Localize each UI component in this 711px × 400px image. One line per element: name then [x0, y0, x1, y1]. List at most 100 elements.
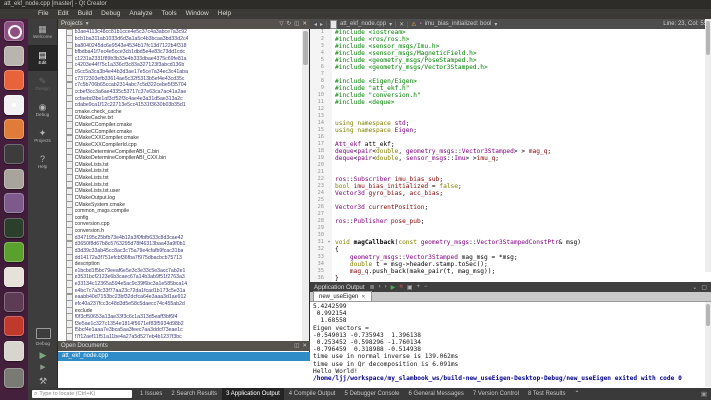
- maximize-icon[interactable]: ▢: [701, 284, 707, 291]
- tree-item[interactable]: e3531bcf2123e6b3caec67a14b3ab9f51f2763a3: [66, 274, 303, 281]
- mode-edit[interactable]: ▤Edit: [28, 45, 57, 71]
- tree-item[interactable]: CMakeSystem.cmake: [66, 201, 303, 208]
- ros-terminal-icon[interactable]: [4, 218, 24, 238]
- tree-item[interactable]: dd14172a3f751efcbf36fba7f975dbacbcb75713: [66, 254, 303, 261]
- tree-item[interactable]: bfbdba41f7ec4e5cce3cb1dbd5e4e83c73dd1cdc: [66, 49, 303, 56]
- split-icon[interactable]: ◫: [294, 343, 299, 349]
- tree-item[interactable]: d347195c25bfb73e4b12a3f0fbfb633c8d3cae42: [66, 234, 303, 241]
- zoom-out-icon[interactable]: −: [424, 284, 428, 290]
- tree-item[interactable]: ba8040245dc6e9543e4534b17fc13d7122b4f318: [66, 42, 303, 49]
- tree-item[interactable]: CMakeOutput.log: [66, 195, 303, 202]
- shopping-bag-icon[interactable]: [4, 316, 24, 336]
- tree-item[interactable]: c4203e44f75c1a336cf3c83a327123f3abcd136b: [66, 62, 303, 69]
- tree-item[interactable]: eaabb40d7153bc23bf32dcfca64e3aaa3d1ae912: [66, 294, 303, 301]
- tree-item[interactable]: bcb1ba311ab1033d6d3a1a5c4b3bcaa3bd33d2c4: [66, 36, 303, 43]
- tree-item[interactable]: common_msgs.compile: [66, 208, 303, 215]
- virtualbox-icon[interactable]: [4, 119, 24, 139]
- tree-item[interactable]: CMakeLists.txt: [66, 175, 303, 182]
- tree-item[interactable]: CMakeLists.txt: [66, 181, 303, 188]
- tree-item[interactable]: f7f12aef11f51a11be4a27a5d527eb4b1237f3bc: [66, 334, 303, 341]
- tree-item[interactable]: CMakeCCompiler.cmake: [66, 128, 303, 135]
- trash-icon[interactable]: [4, 368, 24, 388]
- tree-item[interactable]: c7372303efb33614ae5c32f5313b5ef4e43cd35c: [66, 75, 303, 82]
- split-icon[interactable]: ◫: [294, 21, 299, 27]
- output-pane-button[interactable]: 7 Version Control: [469, 388, 523, 400]
- forward-icon[interactable]: ▸: [320, 21, 323, 28]
- window-titlebar[interactable]: att_ekf_node.cpp [master] - Qt Creator: [0, 0, 711, 9]
- open-document-item[interactable]: att_ekf_node.cpp: [58, 352, 310, 361]
- tree-item[interactable]: CMakeCXXCompiler.cmake: [66, 135, 303, 142]
- tree-item[interactable]: CMakeDetermineCompilerABI_C.bin: [66, 148, 303, 155]
- scroll-lock-icon[interactable]: ≣: [370, 284, 375, 291]
- tree-item[interactable]: d3d39c33ab45cc8ac3c75a79e4cfafb9fcac31ba: [66, 248, 303, 255]
- output-pane-button[interactable]: 3 Application Output: [222, 388, 284, 400]
- chevron-down-icon[interactable]: ▾: [389, 21, 392, 28]
- output-console[interactable]: 5.4242599 0.992154 1.68558Eigen vectors …: [310, 302, 711, 387]
- tree-item[interactable]: f3e5ae1c327c1354e1814f5671ef83f5934d98b2: [66, 321, 303, 328]
- open-documents-list[interactable]: att_ekf_node.cpp: [58, 352, 310, 388]
- output-tab[interactable]: new_useEigen ✕: [313, 291, 372, 301]
- output-pane-button[interactable]: 6 General Messages: [405, 388, 468, 400]
- output-pane-button[interactable]: 1 Issues: [136, 388, 166, 400]
- prev-item-icon[interactable]: ‹: [379, 284, 381, 290]
- terminal-icon[interactable]: [4, 144, 24, 164]
- tree-item[interactable]: c1231a2331f89b3b33e4b333dbae4375c69fe81a: [66, 56, 303, 63]
- open-documents-header[interactable]: Open Documents ◫✕: [58, 341, 310, 351]
- chevron-down-icon[interactable]: ▾: [494, 21, 497, 28]
- mode-design[interactable]: ✎Design: [28, 71, 57, 97]
- zoom-in-icon[interactable]: +: [417, 284, 421, 290]
- tree-item[interactable]: CMakeLists.txt: [66, 162, 303, 169]
- output-pane-button[interactable]: ⌃: [571, 388, 584, 400]
- output-pane-button[interactable]: 8 Test Results: [524, 388, 570, 400]
- stop-icon[interactable]: ■: [399, 284, 403, 290]
- package-manager-icon[interactable]: [4, 242, 24, 262]
- tree-item[interactable]: config: [66, 215, 303, 222]
- tree-item[interactable]: ccbef3cc3a6ae4335c53717c37e63ca7ac41a2ae: [66, 89, 303, 96]
- kit-selector-icon[interactable]: [36, 328, 51, 339]
- run-button[interactable]: ▶: [40, 350, 47, 360]
- tree-item[interactable]: CMakeCCompiler.cmake: [66, 122, 303, 129]
- close-icon[interactable]: ✕: [361, 294, 365, 300]
- tree-item[interactable]: b3ae4113c48cc81b1cce4e5c37c4a3abce7a3c92: [66, 29, 303, 36]
- output-pane-button[interactable]: 4 Compile Output: [285, 388, 340, 400]
- open-file-name[interactable]: att_ekf_node.cpp: [340, 21, 386, 27]
- tree-item[interactable]: c7c5b706b65ccab2314abc7c5d322cebe5f35704: [66, 82, 303, 89]
- documents-icon[interactable]: [4, 341, 24, 361]
- back-icon[interactable]: ◂: [314, 21, 317, 28]
- code-area[interactable]: 1#include <iostream>2#include <ros/ros.h…: [310, 29, 711, 282]
- output-scrollbar[interactable]: [705, 302, 711, 387]
- tree-item[interactable]: exclude: [66, 307, 303, 314]
- filter-icon[interactable]: ▽: [279, 21, 283, 27]
- chevron-down-icon[interactable]: ▾: [86, 21, 89, 27]
- menu-build[interactable]: Build: [78, 9, 92, 19]
- mode-projects[interactable]: ✦Projects: [28, 123, 57, 149]
- menu-window[interactable]: Window: [186, 9, 209, 19]
- tree-item[interactable]: f5bcf4e1aaa7e3bca5aa3feec7aa3ddcf73eae1c: [66, 327, 303, 334]
- tree-scrollbar[interactable]: [302, 29, 309, 341]
- tree-item[interactable]: cdabe9ca1f12c22713e5cc41531f3630b03b35d1: [66, 102, 303, 109]
- projects-panel-header[interactable]: Projects ▾ ▽↻◫✕: [58, 19, 310, 29]
- output-pane-button[interactable]: 2 Search Results: [167, 388, 221, 400]
- maximize-output-icon[interactable]: ▣: [701, 390, 707, 398]
- tree-item[interactable]: CMakeCache.txt: [66, 115, 303, 122]
- mode-welcome[interactable]: ▦Welcome: [28, 19, 57, 45]
- tree-item[interactable]: e33134c12365a594e5ac9c39f6bc3a1e585bca14: [66, 281, 303, 288]
- tree-item[interactable]: f0f3cf50653a13ae33f3c6c1a313d5eaff3bf6f4: [66, 314, 303, 321]
- tree-item[interactable]: conversion.cpp: [66, 221, 303, 228]
- history-icon[interactable]: [4, 292, 24, 312]
- collapse-icon[interactable]: ⌄: [692, 284, 697, 291]
- tree-item[interactable]: cmake.check_cache: [66, 109, 303, 116]
- tree-item[interactable]: e4bc7c7a3c33f77aa23c72da1fcad1b173c5e31a: [66, 287, 303, 294]
- build-button[interactable]: ⚒: [39, 376, 47, 386]
- tree-item[interactable]: CMakeCXXCompilerId.cpp: [66, 142, 303, 149]
- menu-edit[interactable]: Edit: [57, 9, 68, 19]
- attach-icon[interactable]: ▣: [407, 284, 413, 291]
- kazam-icon[interactable]: [4, 193, 24, 213]
- menu-help[interactable]: Help: [218, 9, 231, 19]
- tree-item[interactable]: c6cc5a3ca3b4e44b3d3ae17e5ce7a34ec3c41aba: [66, 69, 303, 76]
- tree-item[interactable]: CMakeDetermineCompilerABI_CXX.bin: [66, 155, 303, 162]
- menu-debug[interactable]: Debug: [101, 9, 120, 19]
- close-icon[interactable]: ✕: [302, 343, 307, 349]
- editor-scrollbar[interactable]: [705, 19, 711, 272]
- tree-item[interactable]: CMakeLists.txt.user: [66, 188, 303, 195]
